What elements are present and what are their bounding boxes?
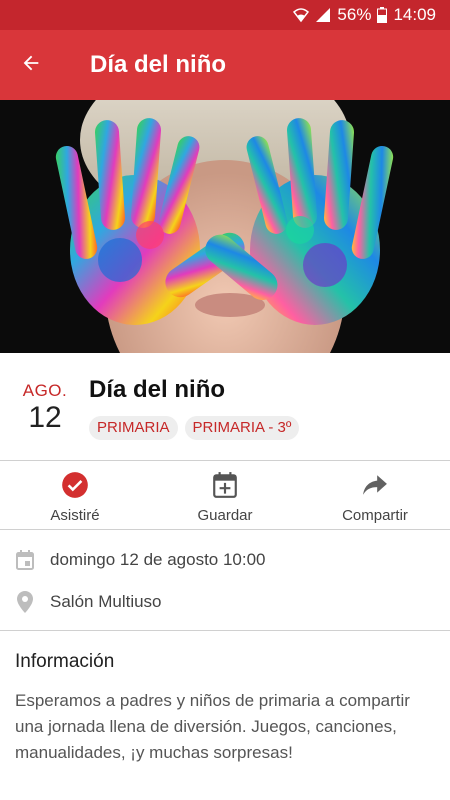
event-title: Día del niño [89,376,226,403]
event-datetime: domingo 12 de agosto 10:00 [50,550,266,569]
save-label: Guardar [197,507,253,524]
attend-button[interactable]: Asistiré [0,461,150,529]
battery-icon [377,7,388,23]
event-datetime-row: domingo 12 de agosto 10:00 [0,540,450,580]
divider [0,630,450,631]
event-tags: PRIMARIA PRIMARIA - 3º [89,416,306,440]
tag-chip[interactable]: PRIMARIA [89,416,178,440]
action-bar: Asistiré Guardar Compartir [0,461,450,529]
info-heading: Información [15,651,115,672]
event-location: Salón Multiuso [50,592,162,611]
event-day: 12 [28,401,62,434]
event-hero-image [0,100,450,353]
calendar-add-icon [212,471,238,499]
status-bar: 56% 14:09 [0,0,450,30]
tag-chip[interactable]: PRIMARIA - 3º [184,416,300,440]
battery-percent: 56% [337,5,372,24]
event-month: AGO. [22,381,68,400]
share-label: Compartir [342,507,408,524]
save-button[interactable]: Guardar [150,461,300,529]
attend-label: Asistiré [50,507,100,524]
event-description: Esperamos a padres y niños de primaria a… [15,691,410,762]
calendar-icon [0,550,50,570]
share-icon [362,471,388,499]
event-location-row: Salón Multiuso [0,582,450,622]
app-bar-title: Día del niño [90,51,227,78]
event-date: AGO. 12 [18,381,72,435]
wifi-icon [293,7,310,23]
signal-icon [315,7,331,23]
share-button[interactable]: Compartir [300,461,450,529]
back-button[interactable] [0,30,62,100]
check-circle-icon [61,471,89,499]
location-pin-icon [0,591,50,613]
event-header: AGO. 12 Día del niño PRIMARIA PRIMARIA -… [0,353,450,460]
arrow-left-icon [20,52,42,79]
app-bar: Día del niño [0,30,450,100]
divider [0,529,450,530]
clock: 14:09 [393,5,436,24]
